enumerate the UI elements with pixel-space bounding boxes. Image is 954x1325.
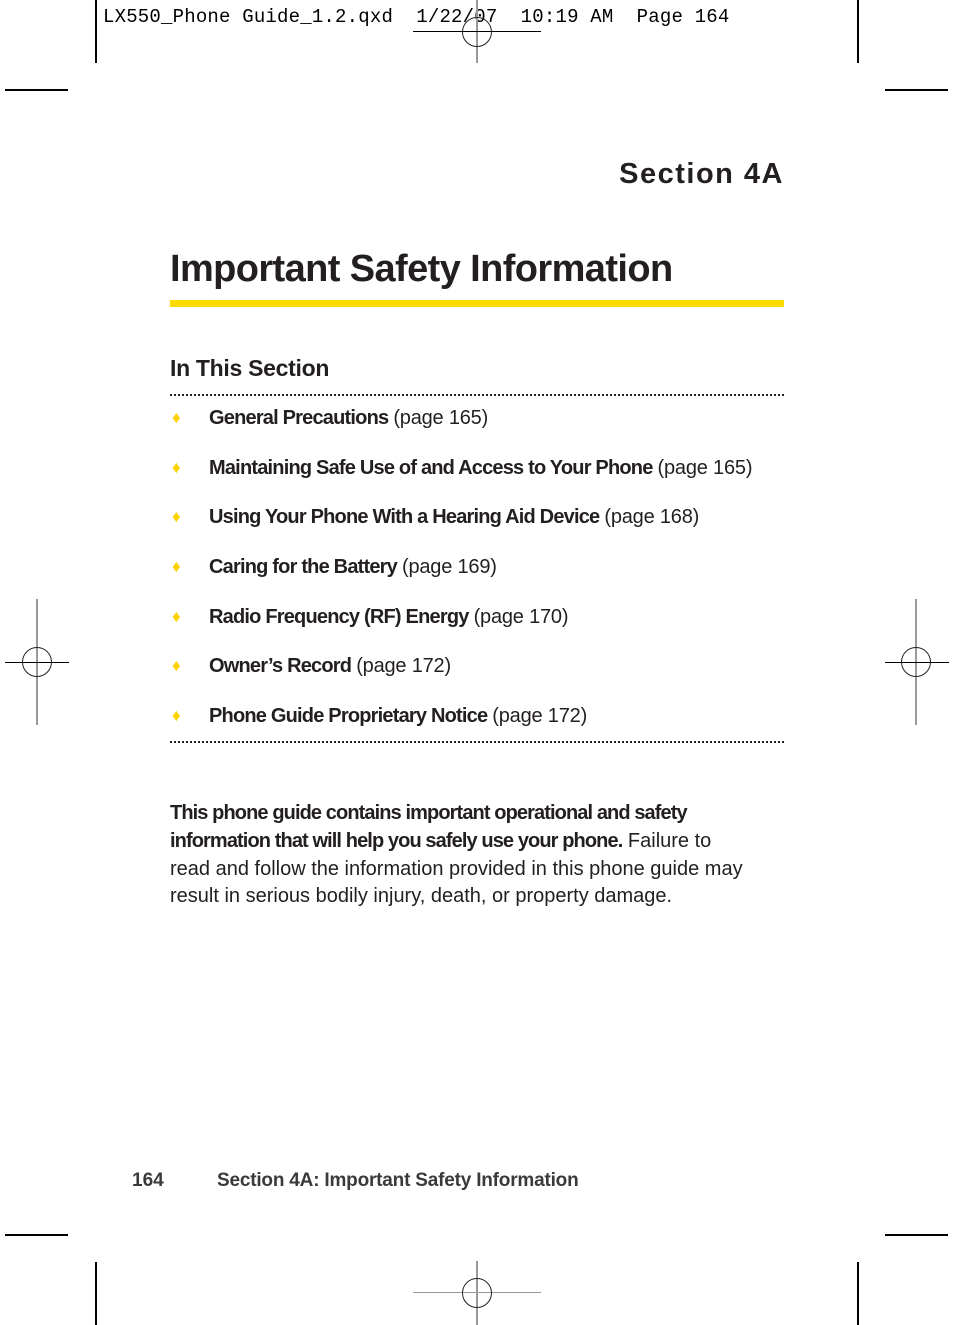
diamond-bullet-icon: ♦ <box>172 706 181 726</box>
crop-mark <box>857 0 859 63</box>
dotted-divider-top <box>170 394 784 396</box>
item-title: Caring for the Battery <box>209 556 398 579</box>
item-title: Using Your Phone With a Hearing Aid Devi… <box>209 506 600 529</box>
crop-mark <box>5 1234 68 1236</box>
item-page-ref: (page 172) <box>356 655 451 678</box>
slug-line: LX550_Phone Guide_1.2.qxd 1/22/07 10:19 … <box>103 6 730 28</box>
crop-mark <box>885 89 948 91</box>
crop-mark <box>857 1262 859 1325</box>
list-item[interactable]: ♦ Phone Guide Proprietary Notice (page 17… <box>170 702 784 752</box>
item-page-ref: (page 170) <box>473 605 569 628</box>
item-page-ref: (page 165) <box>393 407 489 429</box>
section-contents-list: ♦ General Precautions (page 165) ♦ Mainta… <box>170 404 784 752</box>
in-this-section-heading: In This Section <box>170 355 330 381</box>
dotted-divider-bottom <box>170 741 784 743</box>
item-title: General Precautions <box>209 407 389 429</box>
item-title: Owner’s Record <box>209 655 352 678</box>
item-title: Phone Guide Proprietary Notice <box>209 705 488 728</box>
diamond-bullet-icon: ♦ <box>172 408 181 427</box>
list-item[interactable]: ♦ Caring for the Battery (page 169) <box>170 553 784 603</box>
section-label: Section 4A <box>619 158 784 190</box>
crop-mark <box>95 1262 97 1325</box>
item-page-ref: (page 172) <box>492 705 588 728</box>
list-item[interactable]: ♦ Maintaining Safe Use of and Access to … <box>170 454 784 504</box>
item-title: Maintaining Safe Use of and Access to Yo… <box>209 456 653 479</box>
footer-page-number: 164 <box>132 1170 164 1191</box>
title-underline-bar <box>170 300 784 307</box>
list-item[interactable]: ♦ Radio Frequency (RF) Energy (page 170) <box>170 603 784 653</box>
item-page-ref: (page 169) <box>402 556 497 579</box>
item-page-ref: (page 168) <box>604 506 700 529</box>
diamond-bullet-icon: ♦ <box>172 507 181 527</box>
item-page-ref: (page 165) <box>657 456 753 479</box>
crop-mark <box>95 0 97 63</box>
diamond-bullet-icon: ♦ <box>172 656 181 676</box>
list-item[interactable]: ♦ Owner’s Record (page 172) <box>170 652 784 702</box>
footer-running-title: Section 4A: Important Safety Information <box>217 1170 579 1191</box>
list-item[interactable]: ♦ General Precautions (page 165) <box>170 404 784 454</box>
crop-mark <box>885 1234 948 1236</box>
crop-mark <box>5 89 68 91</box>
intro-paragraph: This phone guide contains important oper… <box>170 800 750 911</box>
diamond-bullet-icon: ♦ <box>172 606 181 626</box>
intro-bold-text: This phone guide contains important oper… <box>170 802 688 852</box>
diamond-bullet-icon: ♦ <box>172 557 181 577</box>
diamond-bullet-icon: ♦ <box>172 457 181 477</box>
item-title: Radio Frequency (RF) Energy <box>209 605 469 628</box>
list-item[interactable]: ♦ Using Your Phone With a Hearing Aid De… <box>170 503 784 553</box>
page-title: Important Safety Information <box>170 248 673 290</box>
